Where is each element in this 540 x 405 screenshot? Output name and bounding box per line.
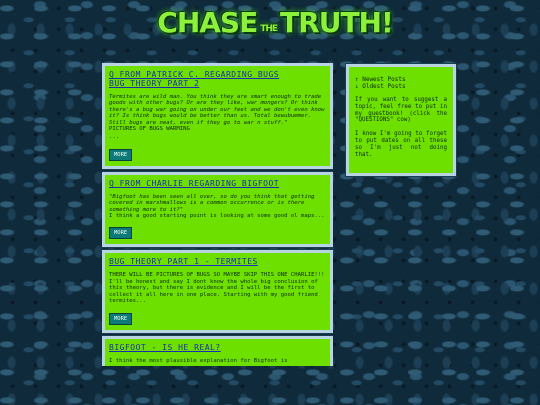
- post-answer: I think a good starting point is looking…: [109, 213, 325, 220]
- post-title-line[interactable]: Q FROM CHARLIE REGARDING BIGFOOT: [109, 179, 279, 188]
- more-button[interactable]: MORE: [109, 312, 133, 325]
- oldest-posts-link[interactable]: ↓ Oldest Posts: [355, 83, 447, 90]
- post-card: BUG THEORY PART 1 - TERMITES THERE WILL …: [102, 249, 333, 334]
- post-title[interactable]: BUG THEORY PART 1 - TERMITES: [109, 257, 326, 266]
- post-excerpt: THERE WILL BE PICTURES OF BUGS SO MAYBE …: [109, 272, 325, 305]
- post-title-line[interactable]: Q FROM PATRICK C. REGARDING BUGS: [109, 70, 279, 79]
- post-excerpt: I think the most plausible explanation f…: [109, 357, 288, 364]
- sidebar-dates-note: I know I'm going to forget to put dates …: [355, 131, 447, 158]
- post-card: BIGFOOT - IS HE REAL? I think the most p…: [102, 334, 333, 366]
- logo-word-chase: CHASE: [157, 5, 258, 39]
- more-button[interactable]: MORE: [109, 227, 133, 240]
- post-title[interactable]: Q FROM CHARLIE REGARDING BIGFOOT: [109, 179, 326, 188]
- post-title-line[interactable]: BUG THEORY PART 1 - TERMITES: [109, 257, 258, 266]
- posts-column: Q FROM PATRICK C. REGARDING BUGS BUG THE…: [102, 63, 333, 366]
- post-title[interactable]: Q FROM PATRICK C. REGARDING BUGS BUG THE…: [109, 70, 326, 88]
- logo-word-truth: TRUTH!: [280, 5, 394, 39]
- post-title-line[interactable]: BIGFOOT - IS HE REAL?: [109, 343, 221, 352]
- post-card: Q FROM CHARLIE REGARDING BIGFOOT "Bigfoo…: [102, 170, 333, 249]
- post-title[interactable]: BIGFOOT - IS HE REAL?: [109, 343, 326, 352]
- post-card: Q FROM PATRICK C. REGARDING BUGS BUG THE…: [102, 63, 333, 170]
- newest-posts-link[interactable]: ↑ Newest Posts: [355, 76, 447, 83]
- post-question: Termites are wild man. You think they ar…: [109, 94, 325, 126]
- post-question: "Bigfoot has been seen all over, so do y…: [109, 193, 315, 213]
- site-logo[interactable]: CHASE THE TRUTH!: [157, 4, 393, 40]
- post-ellipsis: ...: [109, 134, 120, 141]
- sidebar-guestbook-note: If you want to suggest a topic, feel fre…: [355, 97, 447, 124]
- logo-word-the: THE: [260, 24, 278, 34]
- sidebar: ↑ Newest Posts ↓ Oldest Posts If you wan…: [345, 63, 457, 177]
- post-answer: PICTURES OF BUGS WARMING: [109, 126, 190, 133]
- post-title-line[interactable]: BUG THEORY PART 2: [109, 79, 199, 88]
- more-button[interactable]: MORE: [109, 148, 133, 161]
